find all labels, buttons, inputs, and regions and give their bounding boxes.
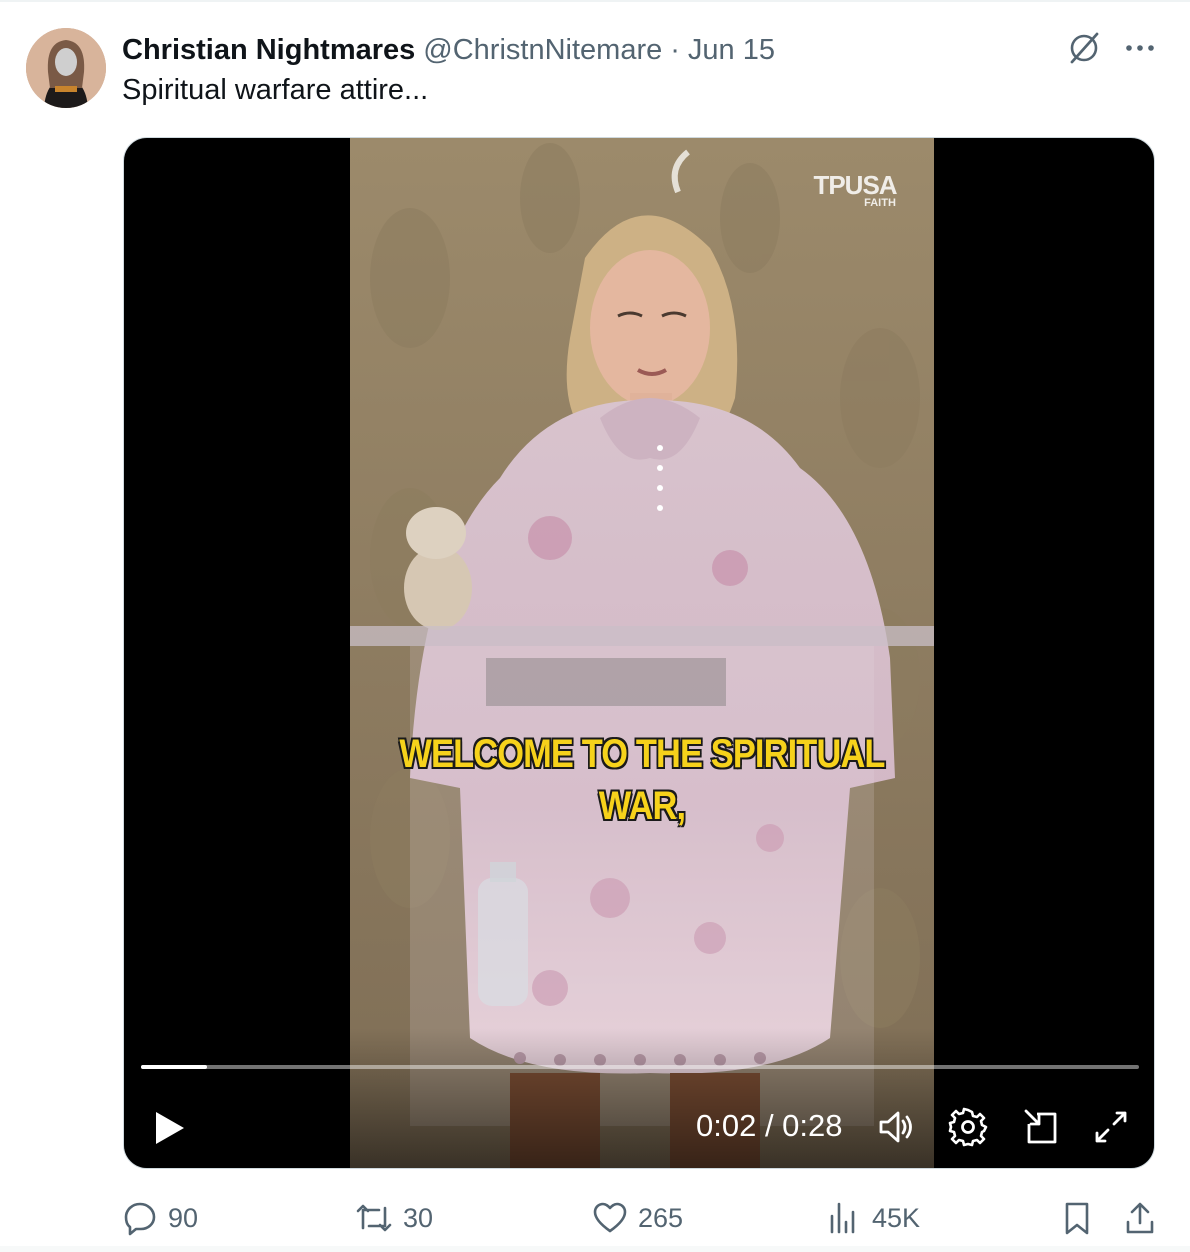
- reply-button[interactable]: 90: [122, 1194, 198, 1242]
- caption-line-2: WAR,: [598, 784, 686, 828]
- repost-count: 30: [403, 1202, 434, 1233]
- bookmark-icon: [1065, 1202, 1089, 1235]
- author-name[interactable]: Christian Nightmares: [122, 34, 415, 67]
- video-progress-fill: [141, 1065, 207, 1069]
- controls-overlay: [124, 1028, 1154, 1168]
- reply-icon: [124, 1202, 156, 1236]
- tpusa-watermark: TPUSA FAITH: [800, 170, 910, 209]
- views-icon: [830, 1202, 855, 1234]
- share-icon: [1126, 1202, 1154, 1234]
- play-icon[interactable]: [152, 1108, 188, 1148]
- tweet-text: Spiritual warfare attire...: [122, 74, 429, 106]
- top-divider: [0, 0, 1190, 2]
- like-button[interactable]: 265: [592, 1194, 683, 1242]
- like-count: 265: [638, 1202, 684, 1233]
- views-button[interactable]: 45K: [826, 1194, 920, 1242]
- share-button[interactable]: [1122, 1194, 1158, 1242]
- video-time: 0:02 / 0:28: [696, 1108, 843, 1143]
- dock-icon[interactable]: [1021, 1106, 1063, 1148]
- tweet-actions: 90 30 265 45K: [0, 1194, 1190, 1242]
- reply-count: 90: [168, 1202, 199, 1233]
- grok-icon[interactable]: [1066, 30, 1102, 66]
- caption-line-1: WELCOME TO THE SPIRITUAL: [399, 732, 885, 776]
- bottom-divider: [0, 1246, 1190, 1252]
- gear-icon[interactable]: [947, 1106, 989, 1148]
- repost-button[interactable]: 30: [355, 1194, 433, 1242]
- tweet-header: Christian Nightmares @ChristnNitemare · …: [122, 30, 775, 70]
- repost-icon: [356, 1204, 392, 1232]
- author-handle[interactable]: @ChristnNitemare: [423, 34, 662, 67]
- tweet-date[interactable]: Jun 15: [688, 34, 775, 67]
- watermark-subtitle: FAITH: [864, 197, 896, 209]
- more-options-icon[interactable]: [1122, 30, 1158, 66]
- video-progress-bar[interactable]: [141, 1065, 1139, 1069]
- heart-icon: [593, 1202, 627, 1233]
- bookmark-button[interactable]: [1060, 1194, 1094, 1242]
- video-frame: TPUSA FAITH WELCOME TO THE SPIRITUAL WAR…: [350, 138, 934, 1168]
- expand-icon[interactable]: [1090, 1106, 1132, 1148]
- volume-icon[interactable]: [876, 1106, 918, 1148]
- separator-dot: ·: [670, 33, 680, 66]
- avatar[interactable]: [26, 28, 106, 108]
- video-player[interactable]: TPUSA FAITH WELCOME TO THE SPIRITUAL WAR…: [123, 137, 1155, 1169]
- views-count: 45K: [872, 1202, 921, 1233]
